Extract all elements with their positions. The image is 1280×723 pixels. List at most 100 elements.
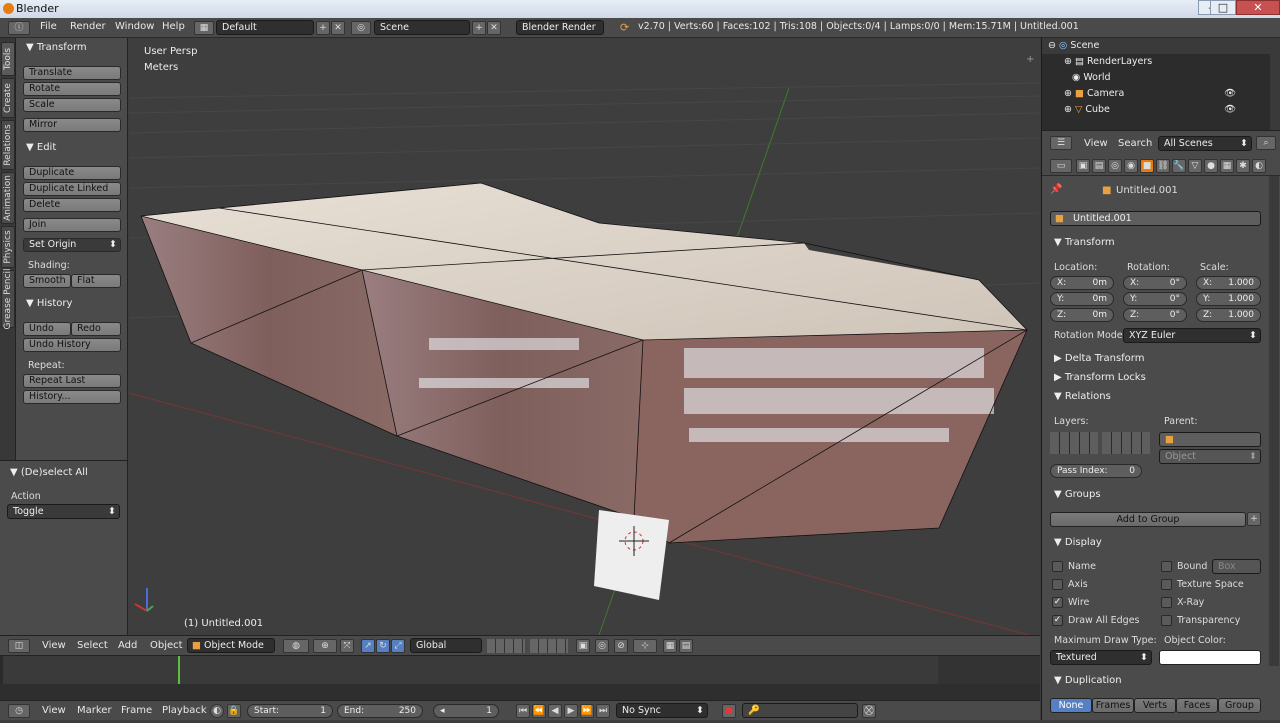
3d-viewport[interactable]: User Persp Meters (1) Untitled.001 + [129,38,1040,635]
outliner-search-menu[interactable]: Search [1118,138,1152,149]
tab-relations[interactable]: Relations [1,120,15,170]
object-menu[interactable]: Object [150,640,183,651]
relations-section-header[interactable]: ▼ Relations [1054,391,1111,402]
current-frame-field[interactable]: ◂ 1 [433,704,499,718]
scale-y-field[interactable]: Y: 1.000 [1196,292,1261,306]
editor-type-icon[interactable]: ◷ [8,704,30,718]
groups-section-header[interactable]: ▼ Groups [1054,489,1101,500]
object-tab-icon[interactable]: ■ [1140,159,1154,173]
select-menu[interactable]: Select [77,640,108,651]
collapse-icon[interactable]: ⊖ [1048,40,1056,51]
search-icon[interactable]: ⌕ [1256,136,1276,150]
parent-field[interactable]: ■ [1159,432,1261,447]
snap-icon[interactable]: ⊘ [614,639,628,653]
transparency-checkbox[interactable] [1161,615,1172,626]
add-layout-icon[interactable]: + [316,21,330,35]
jump-keyframe-forward-icon[interactable]: ⏩ [580,704,594,718]
duplication-section-header[interactable]: ▼ Duplication [1054,675,1122,686]
rotate-manipulator-icon[interactable]: ↻ [376,639,390,653]
add-group-icon[interactable]: + [1247,512,1261,526]
modifiers-tab-icon[interactable]: 🔧 [1172,159,1186,173]
dup-frames-button[interactable]: Frames [1092,698,1134,713]
name-checkbox[interactable] [1052,561,1063,572]
dup-none-button[interactable]: None [1050,698,1092,713]
playback-menu[interactable]: Playback [162,705,207,716]
particles-tab-icon[interactable]: ✱ [1236,159,1250,173]
timeline[interactable]: -50 -40 -30 -20 -10 0 10 20 30 40 50 60 … [0,655,1040,723]
flat-button[interactable]: Flat [71,274,121,288]
outliner-row-camera[interactable]: ⊕ ■ Camera 👁 [1042,86,1270,102]
rotate-button[interactable]: Rotate [23,82,121,96]
object-name-field[interactable]: ■ Untitled.001 [1050,211,1261,226]
editor-type-icon[interactable]: ▭ [1050,159,1072,173]
timeline-view-menu[interactable]: View [42,705,66,716]
scale-button[interactable]: Scale [23,98,121,112]
start-frame-field[interactable]: Start: 1 [247,704,333,718]
scene-select[interactable]: Scene [374,20,470,35]
menu-help[interactable]: Help [162,21,185,32]
join-button[interactable]: Join [23,218,121,232]
edit-panel-header[interactable]: ▼ Edit [26,142,56,153]
undo-button[interactable]: Undo [23,322,71,336]
manipulator-toggle-icon[interactable]: ⤧ [340,639,354,653]
transform-locks-header[interactable]: ▶ Transform Locks [1054,372,1146,383]
history-panel-header[interactable]: ▼ History [26,298,72,309]
visibility-eye-icon[interactable]: 👁 [1224,86,1236,102]
dup-group-button[interactable]: Group [1218,698,1261,713]
transform-panel-header[interactable]: ▼ Transform [26,42,87,53]
scene-icon[interactable]: ◎ [351,21,371,35]
mode-select[interactable]: ■ Object Mode [187,638,275,653]
jump-start-icon[interactable]: ⏮ [516,704,530,718]
end-frame-field[interactable]: End: 250 [337,704,423,718]
menu-render[interactable]: Render [70,21,106,32]
texture-space-checkbox[interactable] [1161,579,1172,590]
proportional-edit-icon[interactable]: ◎ [595,639,609,653]
frame-menu[interactable]: Frame [121,705,152,716]
layers-buttons-left[interactable] [487,639,525,653]
pin-icon[interactable]: 📌 [1050,184,1062,195]
sync-select[interactable]: No Sync ⬍ [616,703,708,718]
transform-section-header[interactable]: ▼ Transform [1054,237,1115,248]
outliner-row-cube[interactable]: ⊕ ▽ Cube 👁 [1042,102,1270,118]
xray-checkbox[interactable] [1161,597,1172,608]
snap-element-icon[interactable]: ⊹ [633,639,657,653]
dup-faces-button[interactable]: Faces [1176,698,1218,713]
lock-layers-icon[interactable]: ▣ [576,639,590,653]
tab-tools[interactable]: Tools [1,42,15,76]
current-frame-indicator[interactable] [178,656,180,685]
translate-manipulator-icon[interactable]: ↗ [361,639,375,653]
render-tab-icon[interactable]: ▣ [1076,159,1090,173]
orientation-select[interactable]: Global [410,638,482,653]
play-icon[interactable]: ▶ [564,704,578,718]
viewport-shading-icon[interactable]: ◍ [283,639,309,653]
wire-checkbox[interactable]: ✓ [1052,597,1063,608]
tab-create[interactable]: Create [1,78,15,118]
add-menu[interactable]: Add [118,640,137,651]
editor-type-icon[interactable]: ◫ [8,639,30,653]
delta-transform-header[interactable]: ▶ Delta Transform [1054,353,1144,364]
jump-end-icon[interactable]: ⏭ [596,704,610,718]
bound-type-select[interactable]: Box [1212,559,1261,574]
location-z-field[interactable]: Z: 0m [1050,308,1114,322]
draw-all-edges-checkbox[interactable]: ✓ [1052,615,1063,626]
remove-scene-icon[interactable]: ✕ [487,21,501,35]
outliner-filter-select[interactable]: All Scenes ⬍ [1158,136,1252,151]
tab-animation[interactable]: Animation [1,172,15,224]
add-scene-icon[interactable]: + [472,21,486,35]
record-icon[interactable]: ● [722,704,736,718]
screen-layout-icon[interactable]: ▦ [194,21,214,35]
menu-window[interactable]: Window [115,21,154,32]
scale-x-field[interactable]: X: 1.000 [1196,276,1261,290]
keying-set-field[interactable]: 🔑 [742,703,858,718]
add-to-group-button[interactable]: Add to Group [1050,512,1246,527]
preview-range-icon[interactable]: ◐ [210,704,224,718]
editor-type-icon[interactable]: ⓘ [8,21,30,35]
layers-buttons-right[interactable] [530,639,568,653]
redo-button[interactable]: Redo [71,322,121,336]
material-tab-icon[interactable]: ● [1204,159,1218,173]
history-button[interactable]: History... [23,390,121,404]
outliner-row-renderlayers[interactable]: ⊕ ▤ RenderLayers [1042,54,1270,70]
constraints-tab-icon[interactable]: ⛓ [1156,159,1170,173]
delete-button[interactable]: Delete [23,198,121,212]
set-origin-select[interactable]: Set Origin ⬍ [23,238,121,252]
